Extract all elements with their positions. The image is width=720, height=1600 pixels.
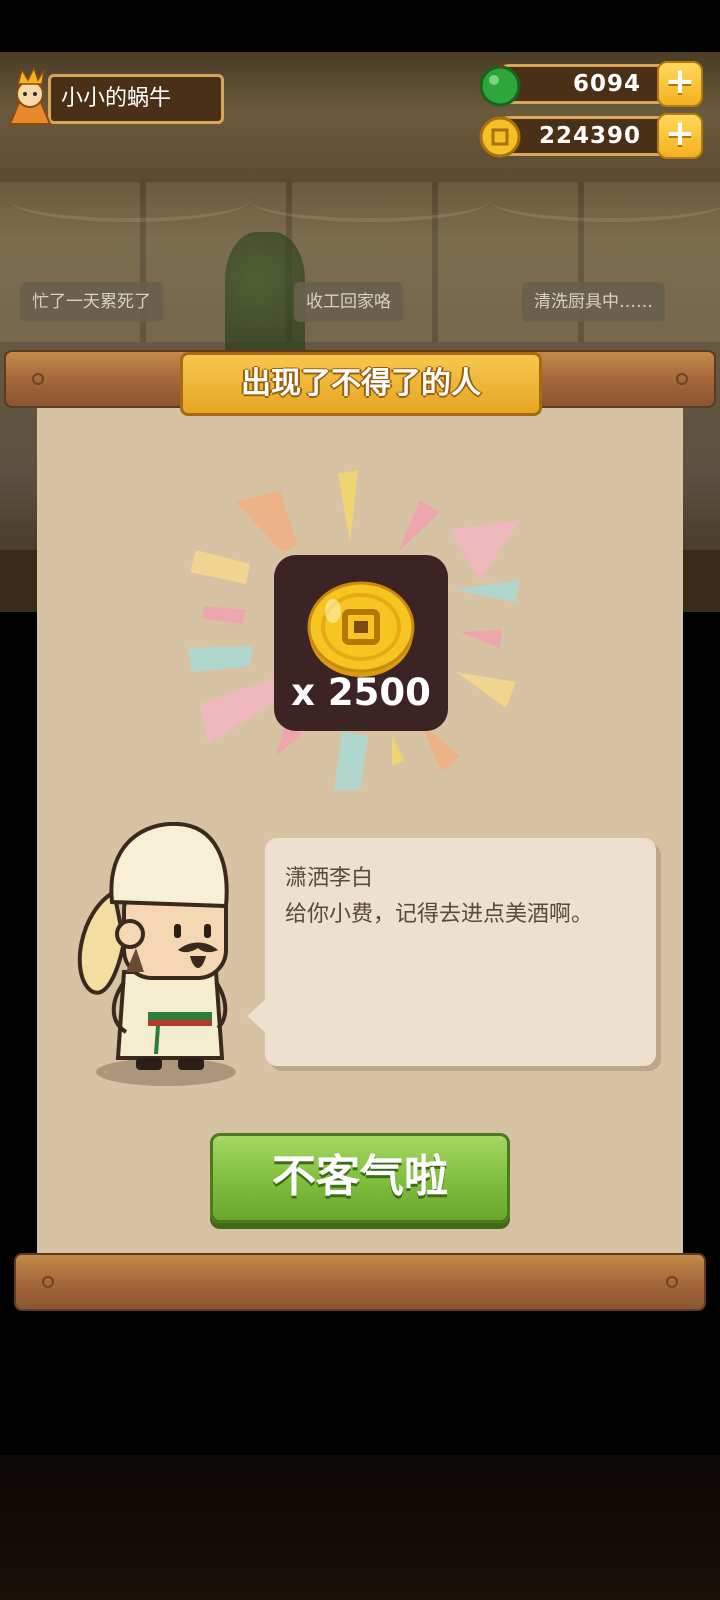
confirm-button[interactable]: 不客气啦	[210, 1133, 510, 1223]
npc-speech-bubble: 收工回家咯	[294, 282, 403, 322]
scroll-bottom-rod	[14, 1253, 706, 1311]
gold-coin-icon	[307, 581, 415, 677]
gold-coin-icon	[479, 116, 521, 158]
coin-count: 224390	[538, 123, 641, 149]
dialog-title-banner: 出现了不得了的人	[180, 352, 542, 416]
player-name: 小小的蜗牛	[61, 86, 172, 111]
nail	[32, 373, 44, 385]
add-jade-button[interactable]: +	[657, 61, 703, 107]
jade-count: 6094	[572, 71, 641, 97]
player-name-plate[interactable]: 小小的蜗牛	[48, 74, 224, 124]
coin-resource-bar: 224390 +	[479, 113, 703, 159]
bubble-tail	[247, 998, 267, 1034]
add-coin-button[interactable]: +	[657, 113, 703, 159]
npc-speech-bubble: 清洗厨具中……	[522, 282, 665, 322]
li-bai-character	[77, 822, 236, 1086]
jade-resource-bar: 6094 +	[479, 61, 703, 107]
green-jade-icon	[479, 61, 521, 107]
bamboo-plant	[225, 232, 305, 352]
curtain	[10, 178, 250, 222]
bottom-navigation-area	[0, 1455, 720, 1600]
reward-card: x 2500	[274, 555, 448, 731]
curtain	[250, 178, 490, 222]
npc-speech-bubble: 忙了一天累死了	[20, 282, 163, 322]
nail	[42, 1276, 54, 1288]
dialog-message: 给你小费，记得去进点美酒啊。	[285, 902, 594, 927]
curtain	[490, 178, 720, 222]
nail	[666, 1276, 678, 1288]
reward-amount: x 2500	[291, 671, 431, 714]
speaker-name: 潇洒李白	[285, 866, 374, 891]
nail	[676, 373, 688, 385]
player-avatar-icon[interactable]	[6, 66, 54, 126]
dialog-speech-bubble: 潇洒李白 给你小费，记得去进点美酒啊。	[247, 838, 656, 1066]
dialog-title: 出现了不得了的人	[241, 366, 481, 401]
